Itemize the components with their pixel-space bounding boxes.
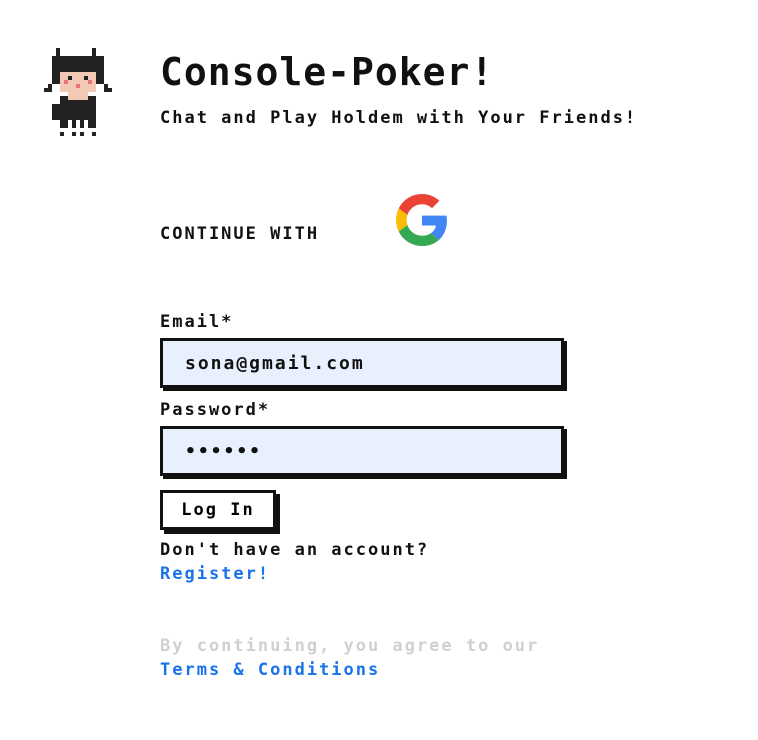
continue-with-label: CONTINUE WITH — [160, 224, 320, 244]
no-account-text: Don't have an account? — [160, 540, 430, 560]
terms-link[interactable]: Terms & Conditions — [160, 660, 380, 680]
password-field-box — [160, 426, 564, 476]
google-icon — [396, 194, 447, 246]
avatar-pixel-art — [44, 48, 112, 136]
agree-text: By continuing, you agree to our — [160, 636, 540, 656]
email-field[interactable] — [163, 341, 561, 385]
email-label: Email* — [160, 312, 234, 332]
page-subtitle: Chat and Play Holdem with Your Friends! — [160, 108, 638, 128]
google-signin-button[interactable] — [396, 194, 448, 246]
register-link[interactable]: Register! — [160, 564, 270, 584]
page-title: Console-Poker! — [160, 50, 495, 94]
password-label: Password* — [160, 400, 271, 420]
email-field-box — [160, 338, 564, 388]
login-button[interactable]: Log In — [160, 490, 276, 530]
password-field[interactable] — [163, 429, 561, 473]
